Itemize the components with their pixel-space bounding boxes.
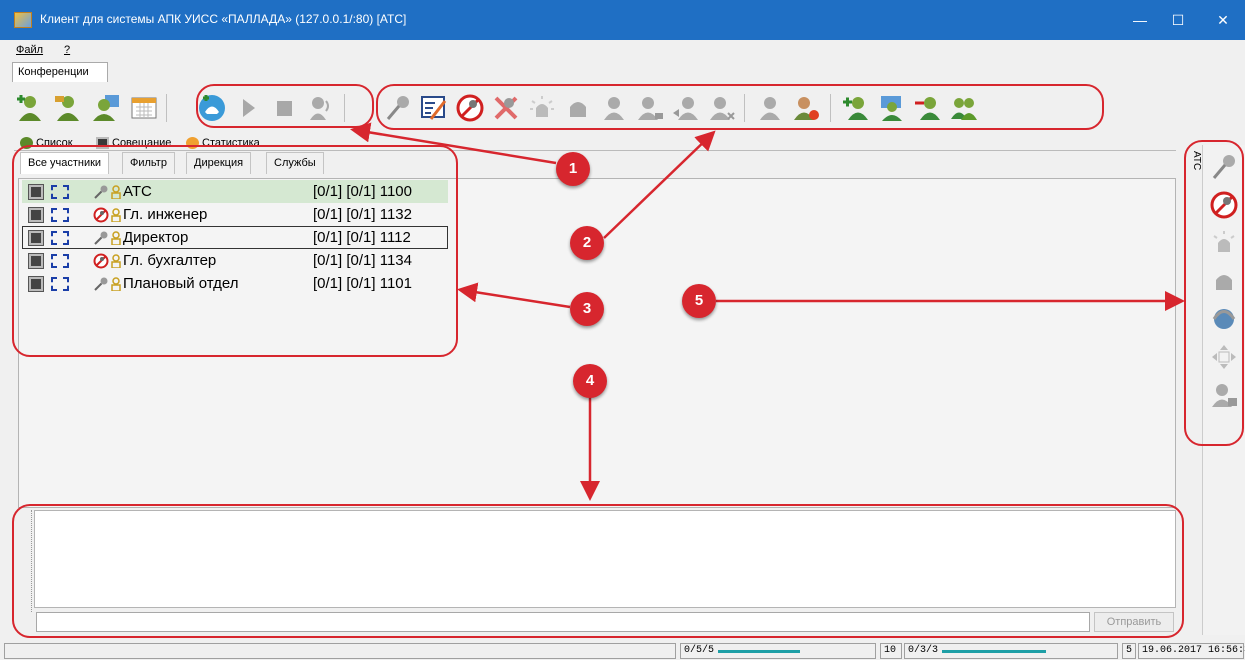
- maximize-button[interactable]: ☐: [1163, 8, 1193, 32]
- status-text-1: 0/5/5: [684, 645, 715, 656]
- annotation-box-5: [1184, 140, 1244, 446]
- status-field-2: 10: [880, 643, 902, 659]
- add-conference-icon[interactable]: [12, 91, 48, 125]
- schedule-icon[interactable]: [126, 91, 162, 125]
- menu-file[interactable]: Файл: [16, 44, 43, 56]
- progress-bar-2: [942, 650, 1046, 653]
- title-bar: Клиент для системы АПК УИСС «ПАЛЛАДА» (1…: [0, 0, 1245, 40]
- close-button[interactable]: ✕: [1208, 8, 1238, 32]
- status-datetime: 19.06.2017 16:56:37: [1138, 643, 1245, 659]
- toolbar-separator: [166, 94, 167, 122]
- annotation-badge-2: 2: [570, 226, 604, 260]
- conference-settings-icon[interactable]: [88, 91, 124, 125]
- window-title: Клиент для системы АПК УИСС «ПАЛЛАДА» (1…: [40, 12, 407, 26]
- status-text-3: 0/3/3: [908, 645, 939, 656]
- status-field-main: [4, 643, 676, 659]
- app-icon: [14, 12, 32, 28]
- annotation-badge-3: 3: [570, 292, 604, 326]
- progress-bar-1: [718, 650, 800, 653]
- menu-help[interactable]: ?: [64, 44, 70, 56]
- edit-conference-icon[interactable]: [50, 91, 86, 125]
- annotation-badge-4: 4: [573, 364, 607, 398]
- menu-bar: Файл ?: [0, 40, 1245, 62]
- status-field-4: 5: [1122, 643, 1136, 659]
- annotation-badge-1: 1: [556, 152, 590, 186]
- minimize-button[interactable]: —: [1125, 8, 1155, 32]
- annotation-box-2: [376, 84, 1104, 130]
- status-bar: 0/5/5 10 0/3/3 5 19.06.2017 16:56:37: [0, 642, 1245, 660]
- annotation-box-4: [12, 504, 1184, 638]
- annotation-box-1: [196, 84, 374, 128]
- annotation-box-3: [12, 145, 458, 357]
- annotation-badge-5: 5: [682, 284, 716, 318]
- tab-conferences[interactable]: Конференции: [12, 62, 108, 82]
